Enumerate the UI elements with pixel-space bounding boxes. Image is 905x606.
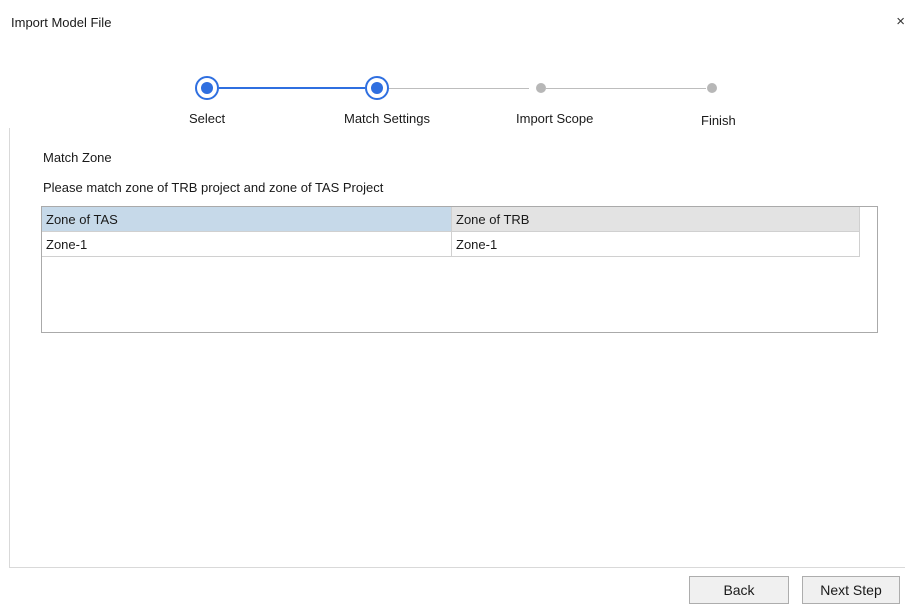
column-header-zone-of-trb[interactable]: Zone of TRB [452, 207, 860, 232]
step-connector-1 [219, 87, 365, 89]
next-step-button[interactable]: Next Step [802, 576, 900, 604]
section-title: Match Zone [43, 150, 112, 165]
step-select-indicator [195, 76, 219, 100]
back-button[interactable]: Back [689, 576, 789, 604]
step-label-finish: Finish [701, 113, 736, 128]
cell-zone-of-trb[interactable]: Zone-1 [452, 232, 860, 257]
table-header: Zone of TAS Zone of TRB [42, 207, 860, 232]
step-finish-indicator [707, 83, 717, 93]
table-row[interactable]: Zone-1 Zone-1 [42, 232, 860, 257]
step-label-match-settings: Match Settings [344, 111, 430, 126]
step-match-settings-indicator [365, 76, 389, 100]
step-label-import-scope: Import Scope [516, 111, 594, 126]
cell-zone-of-tas[interactable]: Zone-1 [42, 232, 452, 257]
column-header-zone-of-tas[interactable]: Zone of TAS [42, 207, 452, 232]
step-connector-2 [389, 88, 529, 89]
wizard-stepper: Select Match Settings Import Scope Finis… [0, 0, 905, 130]
instruction-text: Please match zone of TRB project and zon… [43, 180, 384, 195]
step-label-select: Select [189, 111, 226, 126]
step-import-scope-indicator [536, 83, 546, 93]
zone-match-table[interactable]: Zone of TAS Zone of TRB Zone-1 Zone-1 [41, 206, 878, 333]
step-connector-3 [546, 88, 706, 89]
